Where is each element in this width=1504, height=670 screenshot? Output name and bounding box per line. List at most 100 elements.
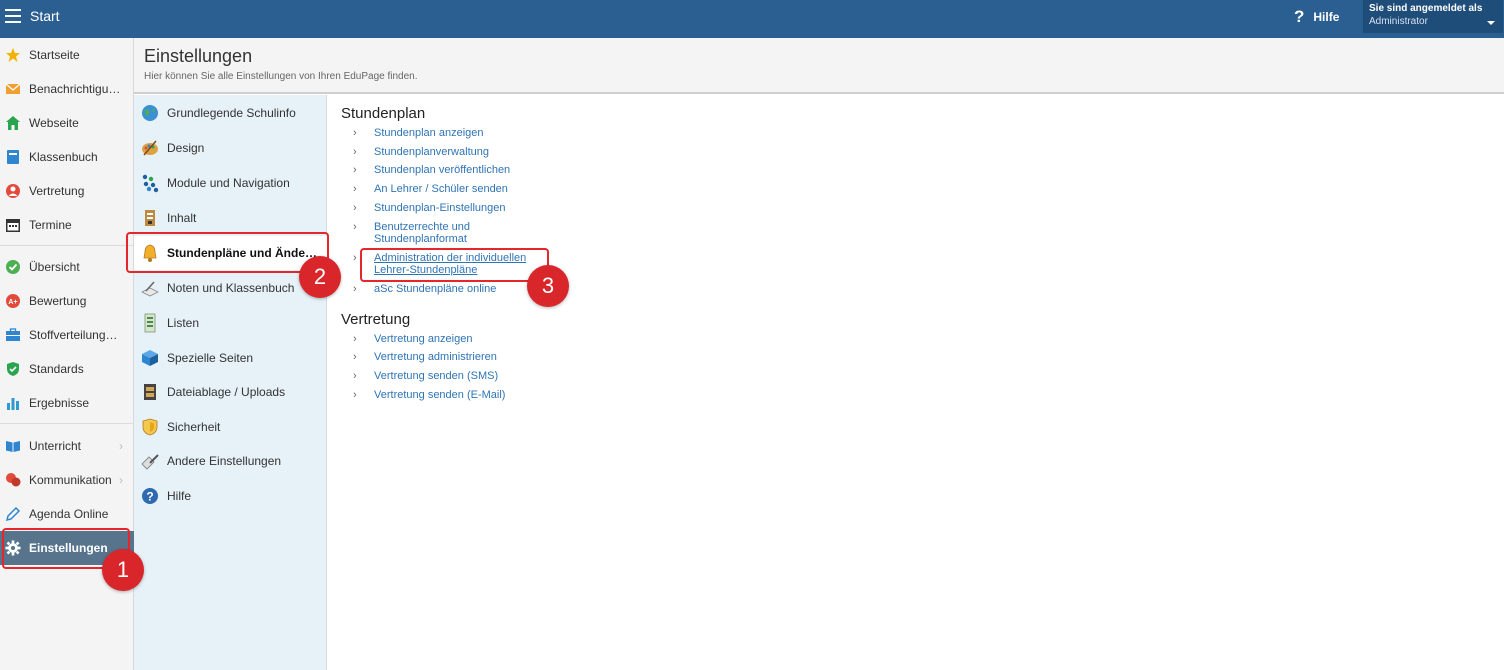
category-label: Spezielle Seiten — [167, 351, 254, 365]
nav-item-vertretung[interactable]: Vertretung — [0, 174, 134, 208]
check-icon — [5, 259, 21, 275]
chat-icon — [5, 472, 21, 488]
category-label: Andere Einstellungen — [167, 454, 282, 468]
category-dateiablage[interactable]: Dateiablage / Uploads — [134, 375, 327, 409]
category-label: Sicherheit — [167, 420, 221, 434]
category-label: Noten und Klassenbuch — [167, 281, 295, 295]
nav-divider — [0, 245, 134, 246]
link-label: Vertretung administrieren — [374, 351, 497, 363]
notebook-icon — [140, 278, 160, 298]
nav-item-termine[interactable]: Termine — [0, 208, 134, 242]
nav-label: Ergebnisse — [29, 396, 90, 410]
chevron-right-icon: › — [353, 283, 357, 295]
callout-badge-2: 2 — [299, 256, 341, 298]
category-label: Design — [167, 141, 205, 155]
top-bar: Start ? Hilfe Sie sind angemeldet als Ad… — [0, 0, 1504, 38]
nav-label: Vertretung — [29, 184, 85, 198]
nav-item-klassenbuch[interactable]: Klassenbuch — [0, 140, 134, 174]
link-label: Vertretung senden (SMS) — [374, 370, 499, 382]
section-title-vertretung: Vertretung — [341, 311, 411, 328]
category-sicherheit[interactable]: Sicherheit — [134, 410, 327, 444]
link-label: An Lehrer / Schüler senden — [374, 183, 508, 195]
file-cabinet-icon — [140, 382, 160, 402]
nav-label: Startseite — [29, 48, 80, 62]
shield-icon — [5, 361, 21, 377]
calendar-icon — [5, 217, 21, 233]
nav-label: Standards — [29, 362, 84, 376]
star-icon — [5, 47, 21, 63]
category-label: Hilfe — [167, 489, 192, 503]
bar-chart-icon — [5, 395, 21, 411]
nav-item-startseite[interactable]: Startseite — [0, 38, 134, 72]
nav-item-uebersicht[interactable]: Übersicht — [0, 250, 134, 284]
nav-item-standards[interactable]: Standards — [0, 352, 134, 386]
nav-label: Webseite — [29, 116, 79, 130]
envelope-icon — [5, 81, 21, 97]
nav-label: Bewertung — [29, 294, 87, 308]
nav-item-agenda-online[interactable]: Agenda Online — [0, 497, 134, 531]
nav-label: Agenda Online — [29, 507, 109, 521]
nav-label: Klassenbuch — [29, 150, 98, 164]
app-title[interactable]: Start — [30, 8, 60, 24]
chevron-right-icon: › — [353, 351, 357, 363]
chevron-right-icon: › — [119, 439, 123, 453]
chevron-right-icon: › — [353, 370, 357, 382]
link-label: Vertretung senden (E-Mail) — [374, 389, 506, 401]
nav-item-benachrichtigungen[interactable]: Benachrichtigungen — [0, 72, 134, 106]
page-title: Einstellungen — [144, 46, 253, 66]
chevron-right-icon: › — [353, 164, 357, 176]
book-icon — [5, 149, 21, 165]
nav-label: Übersicht — [29, 260, 80, 274]
category-hilfe[interactable]: ? Hilfe — [134, 479, 327, 513]
page-subtitle: Hier können Sie alle Einstellungen von I… — [144, 71, 418, 82]
settings-content: Stundenplan › Stundenplan anzeigen › Stu… — [328, 95, 1504, 670]
user-menu[interactable]: Sie sind angemeldet als Administrator — [1363, 0, 1503, 33]
nav-divider — [0, 423, 134, 424]
category-andere-einstellungen[interactable]: Andere Einstellungen — [134, 444, 327, 478]
globe-icon — [140, 103, 160, 123]
nav-label: Kommunikation — [29, 473, 112, 487]
svg-text:?: ? — [146, 490, 153, 504]
palette-icon — [140, 138, 160, 158]
chevron-right-icon: › — [353, 183, 357, 195]
help-button[interactable]: ? Hilfe — [1294, 7, 1339, 27]
category-label: Inhalt — [167, 211, 197, 225]
pen-icon — [5, 506, 21, 522]
nav-item-stoffverteilungsplan[interactable]: Stoffverteilungsplan — [0, 318, 134, 352]
chevron-right-icon: › — [353, 389, 357, 401]
chevron-right-icon: › — [353, 127, 357, 139]
help-label: Hilfe — [1313, 10, 1340, 24]
link-label: Stundenplanverwaltung — [374, 146, 489, 158]
open-book-icon — [5, 438, 21, 454]
nav-item-webseite[interactable]: Webseite — [0, 106, 134, 140]
chevron-right-icon: › — [353, 252, 357, 264]
content-icon — [140, 208, 160, 228]
callout-badge-1: 1 — [102, 549, 144, 591]
modules-icon — [140, 173, 160, 193]
hamburger-menu-icon[interactable] — [5, 9, 21, 23]
chevron-right-icon: › — [353, 333, 357, 345]
nav-item-kommunikation[interactable]: Kommunikation › — [0, 463, 134, 497]
nav-item-ergebnisse[interactable]: Ergebnisse — [0, 386, 134, 420]
logged-in-label: Sie sind angemeldet als — [1369, 3, 1483, 14]
help-question-icon: ? — [1294, 7, 1305, 26]
category-spezielle-seiten[interactable]: Spezielle Seiten — [134, 341, 327, 375]
svg-text:A+: A+ — [8, 299, 17, 306]
grade-icon: A+ — [5, 293, 21, 309]
category-module-navigation[interactable]: Module und Navigation — [134, 166, 327, 200]
settings-category-list: Grundlegende Schulinfo Design Module und… — [134, 95, 327, 670]
home-icon — [5, 115, 21, 131]
category-grundlegende-schulinfo[interactable]: Grundlegende Schulinfo — [134, 96, 327, 130]
category-inhalt[interactable]: Inhalt — [134, 201, 327, 235]
highlight-box-2 — [126, 232, 329, 273]
nav-item-bewertung[interactable]: A+ Bewertung — [0, 284, 134, 318]
tools-icon — [140, 451, 160, 471]
category-design[interactable]: Design — [134, 131, 327, 165]
page-header: Einstellungen Hier können Sie alle Einst… — [134, 38, 1504, 94]
nav-item-unterricht[interactable]: Unterricht › — [0, 429, 134, 463]
nav-label: Benachrichtigungen — [29, 82, 121, 96]
chevron-down-icon — [1487, 21, 1495, 25]
cube-icon — [140, 348, 160, 368]
highlight-box-3 — [360, 248, 549, 282]
category-listen[interactable]: Listen — [134, 306, 327, 340]
